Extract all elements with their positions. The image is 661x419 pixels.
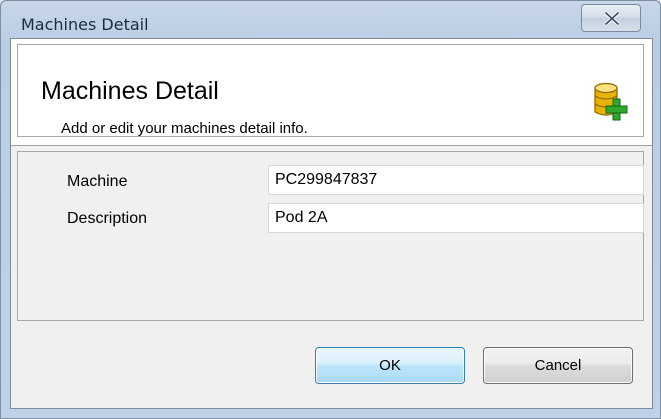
machine-input[interactable] (268, 165, 644, 195)
cancel-button[interactable]: Cancel (483, 347, 633, 384)
ok-button[interactable]: OK (315, 347, 465, 384)
header-subtitle: Add or edit your machines detail info. (61, 120, 308, 137)
database-add-icon (594, 82, 628, 121)
header-panel: Machines Detail Add or edit your machine… (11, 39, 652, 146)
close-button[interactable] (581, 4, 641, 32)
title-bar[interactable]: Machines Detail (1, 1, 660, 41)
description-label: Description (67, 210, 148, 227)
header-title: Machines Detail (41, 77, 219, 105)
machine-label: Machine (67, 173, 128, 190)
dialog-window: Machines Detail Machines Detail Add or e… (0, 0, 661, 419)
window-title: Machines Detail (21, 15, 149, 34)
close-icon (605, 12, 619, 25)
dialog-client-area: Machines Detail Add or edit your machine… (10, 38, 653, 409)
description-input[interactable] (268, 203, 644, 233)
